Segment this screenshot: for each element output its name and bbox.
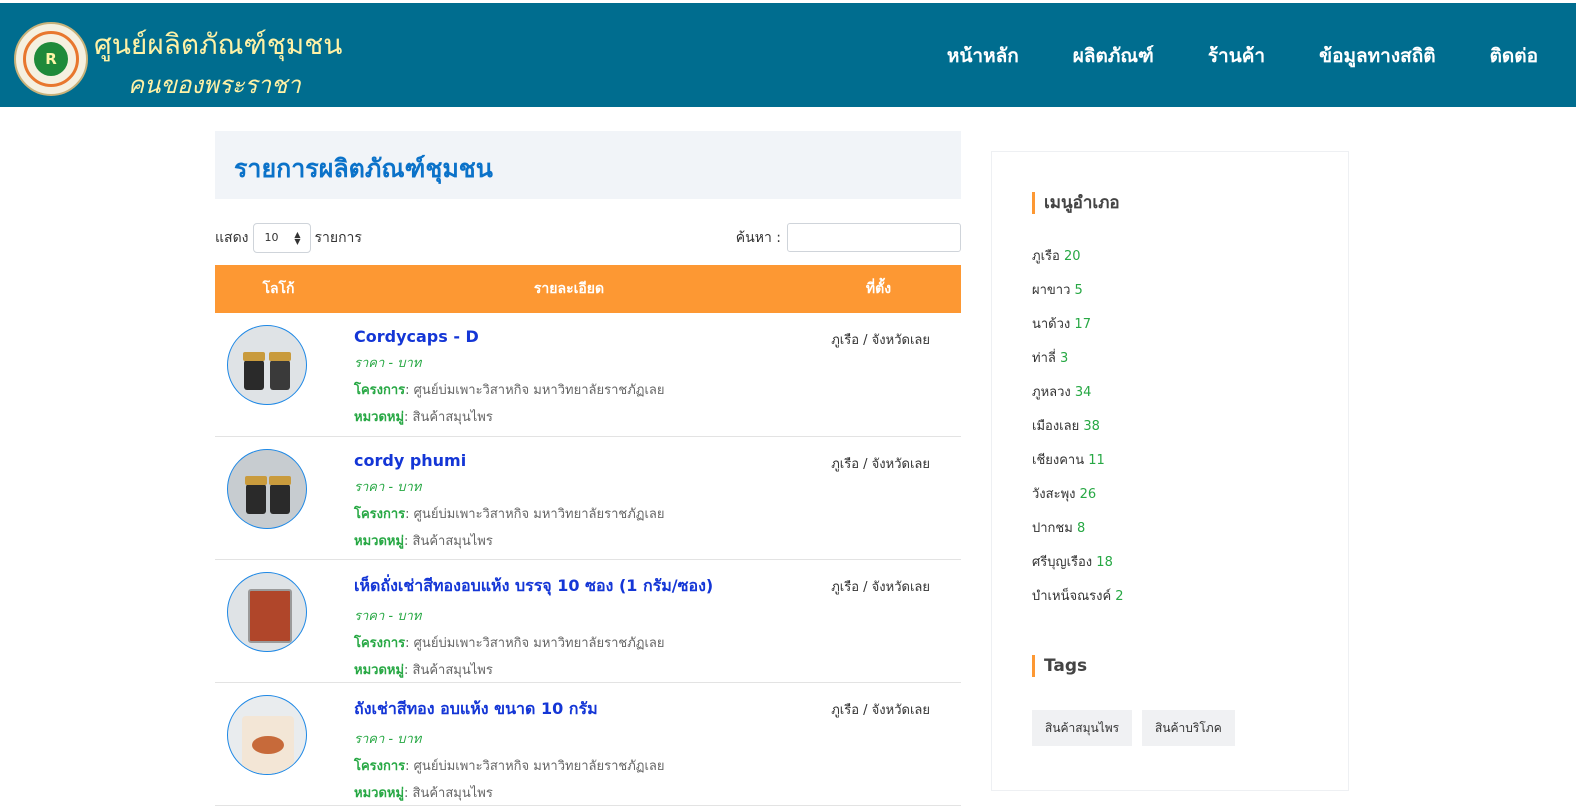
product-project: โครงการ: ศูนย์บ่มเพาะวิสาหกิจ มหาวิทยาลั… [354,755,796,776]
main-nav: หน้าหลัก ผลิตภัณฑ์ ร้านค้า ข้อมูลทางสถิต… [947,41,1538,71]
column-logo[interactable]: โลโก้ [215,265,342,313]
column-detail[interactable]: รายละเอียด [342,265,796,313]
select-arrows-icon: ▲ ▼ [294,230,301,246]
category-key: หมวดหมู่ [354,785,405,801]
product-category: หมวดหมู่: สินค้าสมุนไพร [354,659,796,680]
product-name-link[interactable]: Cordycaps - D [354,327,796,346]
project-key: โครงการ [354,506,406,522]
site-title[interactable]: ศูนย์ผลิตภัณฑ์ชุมชน [94,23,342,67]
product-price: ราคา - บาท [354,356,422,371]
product-price: ราคา - บาท [354,479,422,495]
product-location: ภูเรือ / จังหวัดเลย [831,456,930,472]
district-item[interactable]: เชียงคาน 11 [1032,449,1105,470]
records-label: รายการ [314,230,362,246]
page-size-select[interactable]: 10 ▲ ▼ [252,223,311,253]
site-logo[interactable]: R [14,22,88,96]
product-category: หมวดหมู่: สินค้าสมุนไพร [354,406,796,427]
category-value: : สินค้าสมุนไพร [404,533,493,549]
nav-statistics[interactable]: ข้อมูลทางสถิติ [1319,41,1435,71]
product-name-link[interactable]: cordy phumi [354,451,796,470]
product-location: ภูเรือ / จังหวัดเลย [831,702,930,718]
district-item[interactable]: บำเหน็จณรงค์ 2 [1032,585,1124,606]
project-value: : ศูนย์บ่มเพาะวิสาหกิจ มหาวิทยาลัยราชภัฏ… [405,383,665,398]
product-price: ราคา - บาท [354,731,422,747]
project-key: โครงการ [354,635,406,651]
search-input[interactable] [787,223,961,252]
category-key: หมวดหมู่ [354,662,405,678]
district-item[interactable]: ภูเรือ 20 [1032,245,1081,266]
tags-title: Tags [1032,655,1087,677]
district-item[interactable]: ศรีบุญเรือง 18 [1032,551,1113,572]
site-subtitle: คนของพระราชา [128,71,301,99]
show-label: แสดง [215,230,249,246]
product-name-link[interactable]: เห็ดถั่งเช่าสีทองอบแห้ง บรรจุ 10 ซอง (1 … [354,574,796,599]
product-project: โครงการ: ศูนย์บ่มเพาะวิสาหกิจ มหาวิทยาลั… [354,379,796,400]
product-image[interactable] [227,325,307,405]
project-key: โครงการ [354,758,406,774]
project-value: : ศูนย์บ่มเพาะวิสาหกิจ มหาวิทยาลัยราชภัฏ… [405,758,665,774]
logo-emblem: R [34,42,68,76]
product-image[interactable] [227,448,307,529]
product-name-link[interactable]: ถังเช่าสีทอง อบแห้ง ขนาด 10 กรัม [354,697,796,722]
product-location: ภูเรือ / จังหวัดเลย [831,333,930,348]
column-location[interactable]: ที่ตั้ง [796,265,961,313]
product-price: ราคา - บาท [354,608,422,624]
category-value: : สินค้าสมุนไพร [404,410,493,425]
category-value: : สินค้าสมุนไพร [404,785,493,801]
table-controls: แสดง 10 ▲ ▼ รายการ ค้นหา : [215,199,961,265]
project-value: : ศูนย์บ่มเพาะวิสาหกิจ มหาวิทยาลัยราชภัฏ… [405,635,665,651]
project-key: โครงการ [354,383,406,398]
district-item[interactable]: เมืองเลย 38 [1032,415,1100,436]
tag-herbal[interactable]: สินค้าสมุนไพร [1032,710,1133,746]
nav-contact[interactable]: ติดต่อ [1490,41,1538,71]
district-item[interactable]: วังสะพุง 26 [1032,483,1096,504]
sidebar: เมนูอำเภอ ภูเรือ 20 ผาขาว 5 นาด้วง 17 ท่… [991,151,1349,791]
nav-home[interactable]: หน้าหลัก [947,41,1019,71]
page-title: รายการผลิตภัณฑ์ชุมชน [234,154,493,183]
district-item[interactable]: ภูหลวง 34 [1032,381,1091,402]
product-category: หมวดหมู่: สินค้าสมุนไพร [354,530,796,551]
table-row: cordy phumi ราคา - บาท โครงการ: ศูนย์บ่ม… [215,436,961,559]
nav-products[interactable]: ผลิตภัณฑ์ [1073,41,1154,71]
product-location: ภูเรือ / จังหวัดเลย [831,579,930,595]
product-category: หมวดหมู่: สินค้าสมุนไพร [354,782,796,803]
search-label: ค้นหา : [735,229,781,246]
search-control: ค้นหา : [736,223,961,252]
table-row: ถังเช่าสีทอง อบแห้ง ขนาด 10 กรัม ราคา - … [215,682,961,805]
page-size-value: 10 [264,231,279,244]
site-header: R ศูนย์ผลิตภัณฑ์ชุมชน คนของพระราชา หน้าห… [0,3,1576,107]
category-key: หมวดหมู่ [354,533,405,549]
nav-shops[interactable]: ร้านค้า [1208,41,1265,71]
products-table: โลโก้ รายละเอียด ที่ตั้ง Cordycaps - D ร… [215,265,961,806]
product-project: โครงการ: ศูนย์บ่มเพาะวิสาหกิจ มหาวิทยาลั… [354,632,796,653]
page-size-control: แสดง 10 ▲ ▼ รายการ [215,223,362,253]
district-item[interactable]: ท่าลี่ 3 [1032,347,1068,368]
tag-consumer[interactable]: สินค้าบริโภค [1142,710,1235,746]
district-item[interactable]: ผาขาว 5 [1032,279,1083,300]
table-row: เห็ดถั่งเช่าสีทองอบแห้ง บรรจุ 10 ซอง (1 … [215,559,961,682]
project-value: : ศูนย์บ่มเพาะวิสาหกิจ มหาวิทยาลัยราชภัฏ… [405,506,665,522]
main-content: รายการผลิตภัณฑ์ชุมชน แสดง 10 ▲ ▼ รายการ ค… [215,131,961,806]
category-value: : สินค้าสมุนไพร [404,662,493,678]
product-image[interactable] [227,571,307,652]
district-item[interactable]: นาด้วง 17 [1032,313,1091,334]
district-menu-title: เมนูอำเภอ [1032,192,1120,214]
page-heading-box: รายการผลิตภัณฑ์ชุมชน [215,131,961,199]
table-header-row: โลโก้ รายละเอียด ที่ตั้ง [215,265,961,313]
table-row: Cordycaps - D ราคา - บาท โครงการ: ศูนย์บ… [215,313,961,436]
category-key: หมวดหมู่ [354,410,405,425]
product-project: โครงการ: ศูนย์บ่มเพาะวิสาหกิจ มหาวิทยาลั… [354,503,796,524]
district-item[interactable]: ปากชม 8 [1032,517,1085,538]
